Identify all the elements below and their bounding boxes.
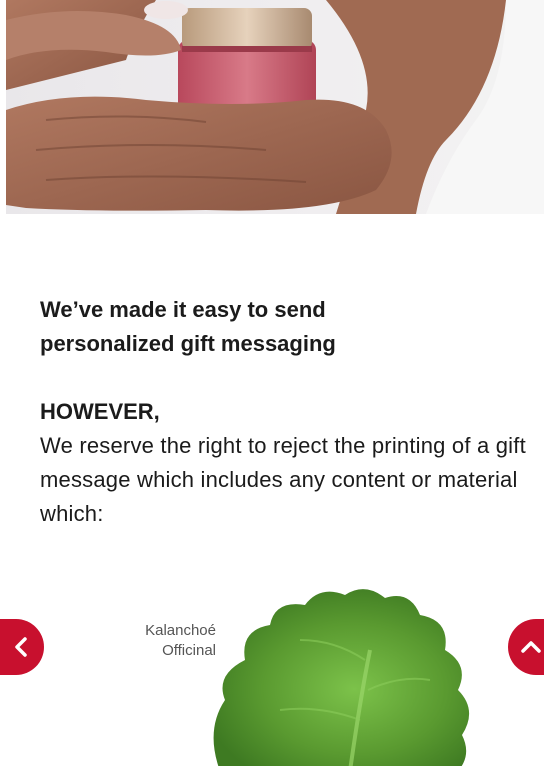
chevron-left-icon [15,637,27,657]
ingredient-label-line1: Kalanchoé [145,622,216,639]
gift-message-info: We’ve made it easy to send personalized … [40,293,540,531]
carousel-prev-button[interactable] [0,619,44,675]
headline: We’ve made it easy to send personalized … [40,297,336,356]
carousel-next-button[interactable] [508,619,544,675]
policy-text: We reserve the right to reject the print… [40,433,526,526]
skincare-jar-hands-photo [6,0,544,214]
kalanchoe-leaf-image [213,589,469,766]
ingredient-label-line2: Officinal [162,642,216,659]
however-heading: HOWEVER, [40,399,160,424]
chevron-up-icon [521,641,541,653]
hero-image [6,0,544,214]
ingredient-label: Kalanchoé Officinal [100,621,216,661]
ingredient-carousel: Kalanchoé Officinal [0,575,544,766]
